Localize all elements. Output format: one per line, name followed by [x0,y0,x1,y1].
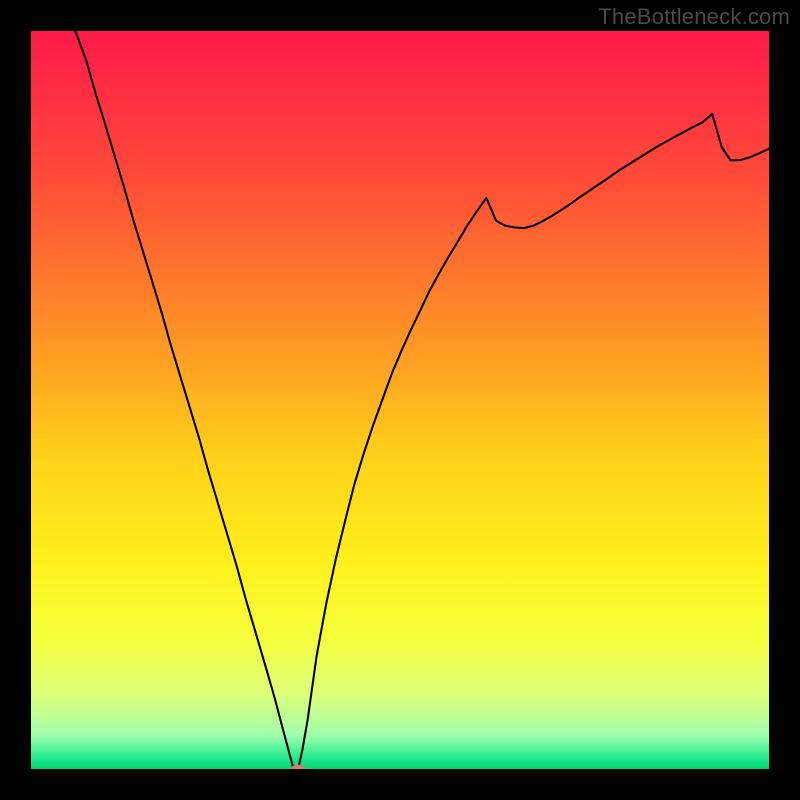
gradient-background [31,31,769,769]
chart-frame: { "watermark": "TheBottleneck.com", "cha… [0,0,800,800]
watermark-text: TheBottleneck.com [598,4,790,30]
bottleneck-chart [31,31,769,769]
